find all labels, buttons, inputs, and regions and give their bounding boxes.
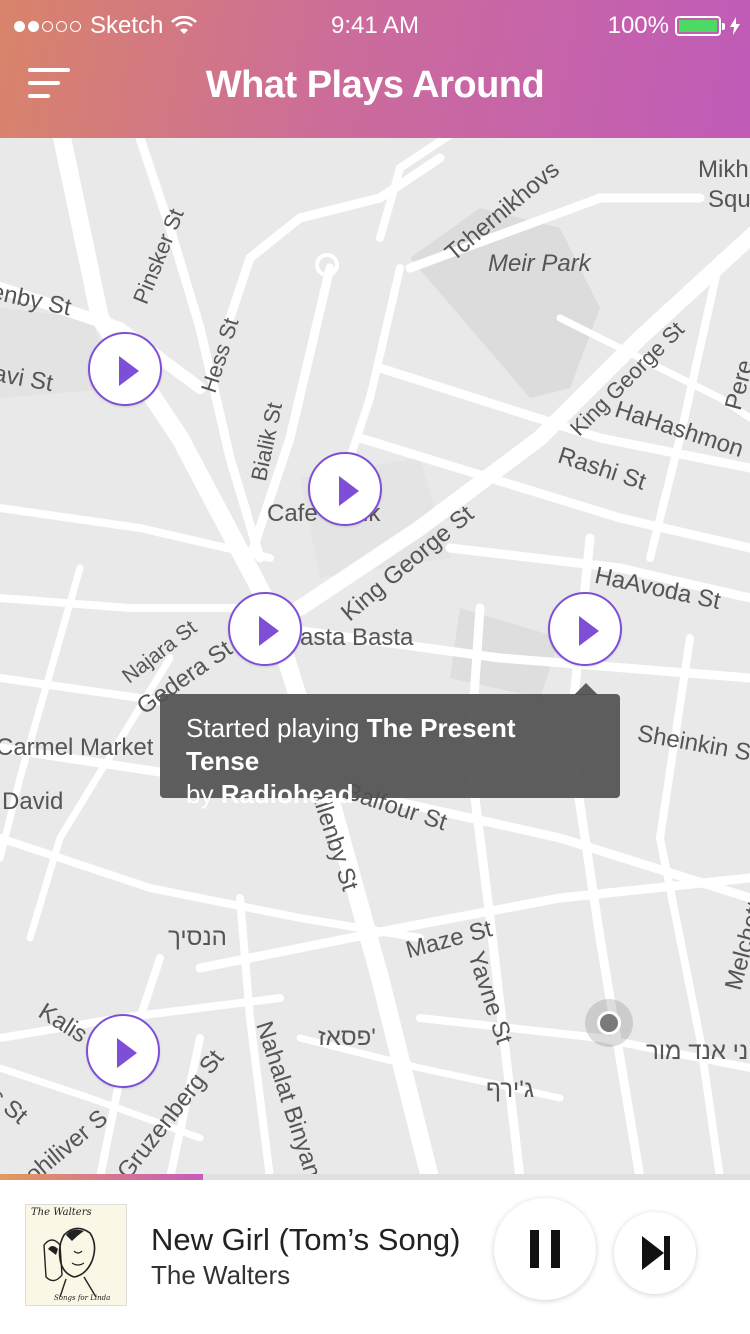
charging-bolt-icon — [730, 17, 740, 35]
place-label: Mikh — [698, 156, 749, 183]
play-marker[interactable] — [228, 592, 302, 666]
pause-icon — [551, 1230, 560, 1268]
skip-next-icon — [642, 1236, 670, 1270]
battery-icon — [675, 16, 725, 36]
poi-label: פסאז' — [318, 1024, 376, 1051]
poi-label: הנסיך — [168, 924, 227, 951]
play-marker[interactable] — [86, 1014, 160, 1088]
skip-next-button[interactable] — [614, 1212, 696, 1294]
album-illustration — [43, 1227, 97, 1298]
page-title: What Plays Around — [205, 64, 545, 106]
now-playing-toast[interactable]: Started playing The Present Tense by Rad… — [160, 694, 620, 809]
battery-percent: 100% — [607, 12, 669, 39]
poi-label: asta Basta — [300, 624, 414, 651]
current-location-marker — [585, 999, 633, 1047]
map-view[interactable]: Pinsker St Tchernikhovs Mikh Squ Meir Pa… — [0, 138, 750, 1174]
album-art-subtitle: Songs for Linda — [54, 1294, 111, 1302]
play-icon — [339, 476, 359, 506]
play-icon — [119, 356, 139, 386]
album-art[interactable]: The Walters Songs for Linda — [25, 1204, 127, 1306]
play-marker[interactable] — [88, 332, 162, 406]
place-label: Squ — [708, 186, 750, 213]
pause-button[interactable] — [494, 1198, 596, 1300]
poi-label: David — [2, 788, 64, 815]
toast-line-1: Started playing The Present Tense — [186, 713, 516, 776]
play-icon — [259, 616, 279, 646]
poi-label: ג'ירף — [486, 1076, 535, 1103]
toast-line-2: by Radiohead — [186, 779, 354, 809]
app-header: Sketch 9:41 AM 100% What Plays Around — [0, 0, 750, 138]
now-playing-artist: The Walters — [151, 1260, 291, 1290]
play-icon — [117, 1038, 137, 1068]
place-label: Carmel Market — [0, 734, 154, 761]
now-playing-title: New Girl (Tom’s Song) — [151, 1222, 461, 1257]
park-label: Meir Park — [488, 250, 591, 277]
mini-player: The Walters Songs for Linda New Girl (To… — [0, 1180, 750, 1334]
status-bar: Sketch 9:41 AM 100% — [0, 0, 750, 52]
poi-label: Cafe — [267, 500, 318, 527]
play-marker[interactable] — [548, 592, 622, 666]
play-marker[interactable] — [308, 452, 382, 526]
toast-artist: Radiohead — [220, 779, 354, 809]
poi-label: ני אנד מור — [646, 1038, 749, 1065]
battery-status: 100% — [608, 12, 740, 40]
pause-icon — [530, 1230, 539, 1268]
play-icon — [579, 616, 599, 646]
